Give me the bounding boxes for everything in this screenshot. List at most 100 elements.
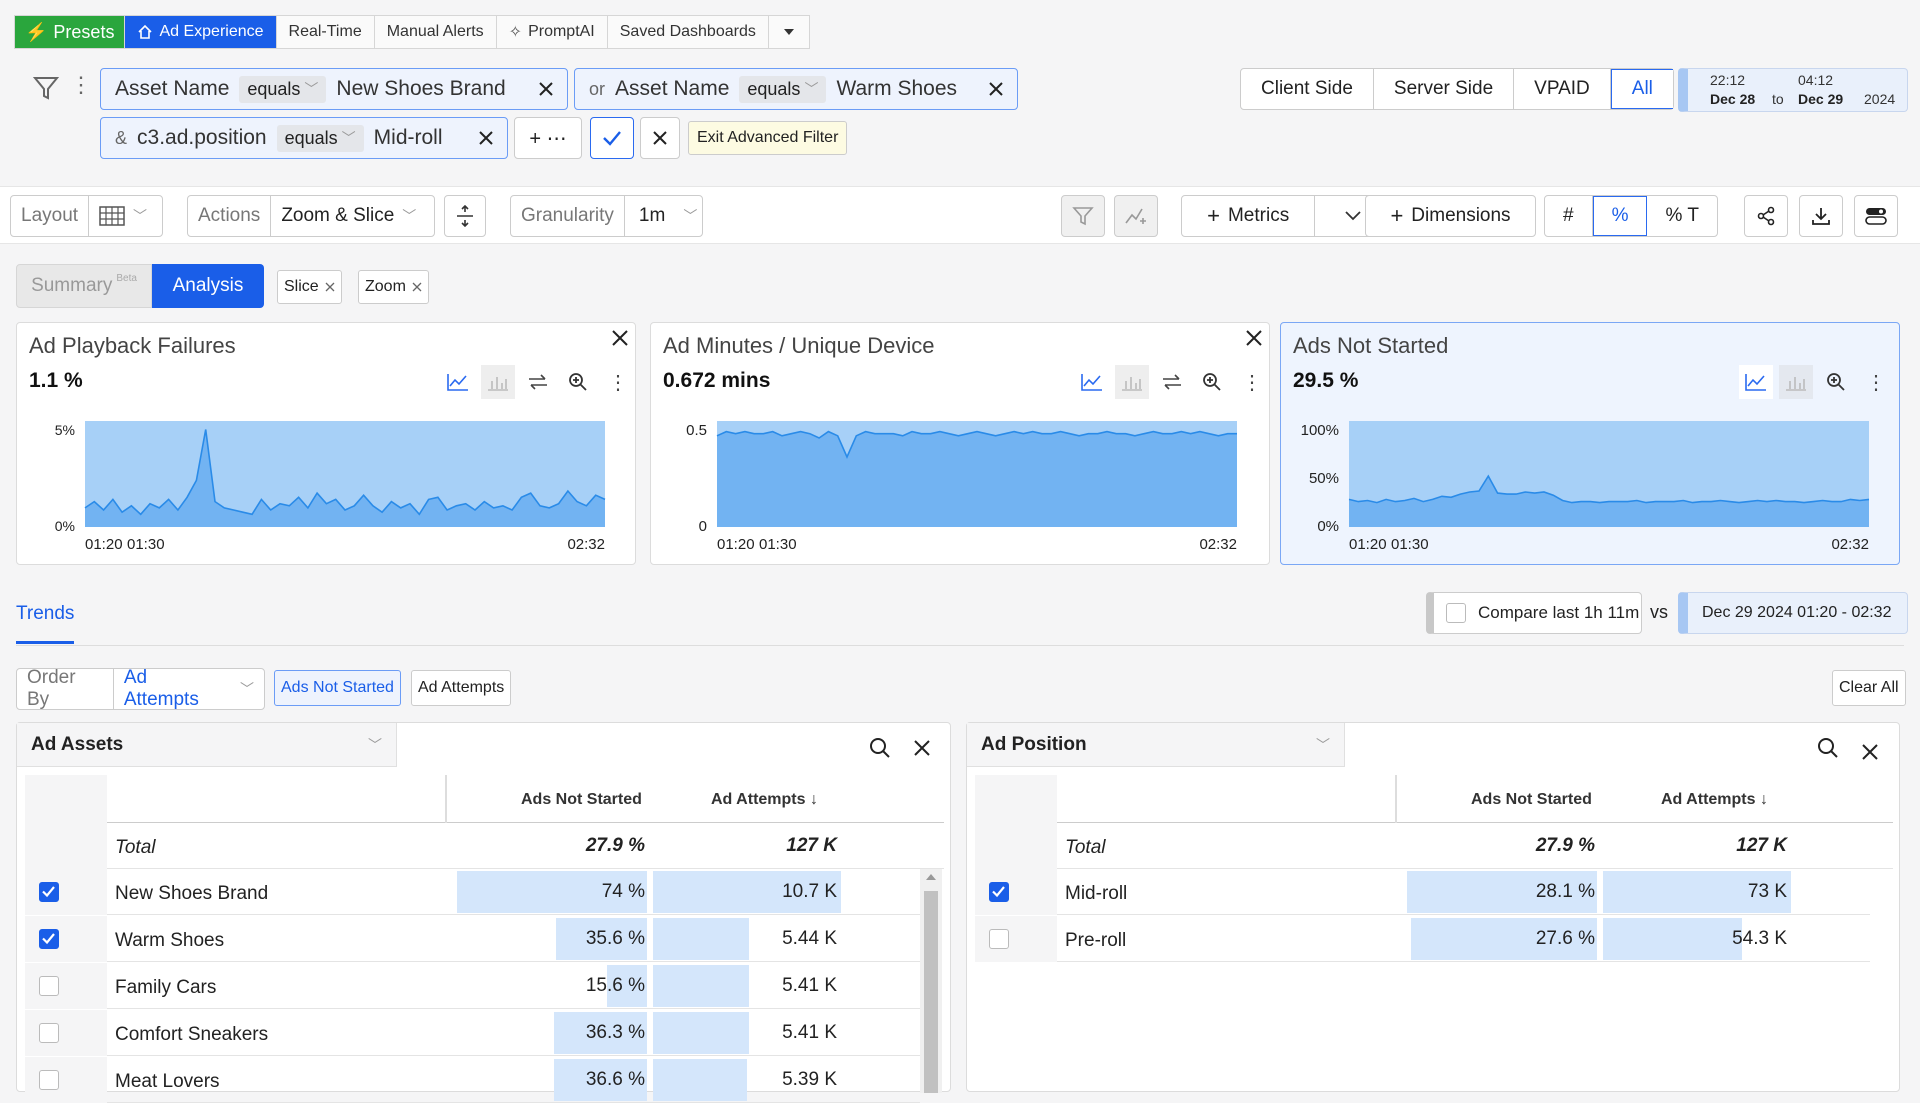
dimensions-button[interactable]: + Dimensions <box>1365 195 1536 237</box>
scrollbar[interactable] <box>920 869 942 1093</box>
metrics-button[interactable]: + Metrics <box>1181 195 1392 237</box>
filter-operator[interactable]: equals ﹀ <box>739 75 827 103</box>
swap-icon[interactable] <box>1155 365 1189 399</box>
row-checkbox[interactable] <box>39 882 59 902</box>
table-row[interactable]: Comfort Sneakers 36.3 % 5.41 K <box>25 1010 920 1056</box>
filter-icon[interactable] <box>32 74 60 102</box>
filter-chip-asset-2[interactable]: or Asset Name equals ﹀ Warm Shoes <box>574 68 1018 110</box>
tag-ads-not-started[interactable]: Ads Not Started <box>274 670 401 706</box>
table-row[interactable]: Pre-roll 27.6 % 54.3 K <box>975 916 1870 962</box>
compare-range[interactable]: Dec 29 2024 01:20 - 02:32 <box>1678 592 1908 634</box>
close-panel-button[interactable] <box>913 739 931 757</box>
close-card-button[interactable] <box>611 329 629 347</box>
row-checkbox[interactable] <box>989 882 1009 902</box>
scrollbar-thumb[interactable] <box>924 891 938 1093</box>
add-filter-button[interactable]: + ⋯ <box>514 117 582 159</box>
presets-button[interactable]: ⚡ Presets <box>15 16 126 48</box>
table-row[interactable]: Family Cars 15.6 % 5.41 K <box>25 963 920 1009</box>
mode-count[interactable]: # <box>1545 196 1593 236</box>
row-checkbox[interactable] <box>39 929 59 949</box>
compare-toggle[interactable]: Compare last 1h 11m <box>1426 592 1642 634</box>
mode-percent[interactable]: % <box>1592 196 1648 236</box>
table-row[interactable]: New Shoes Brand 74 % 10.7 K <box>25 869 920 915</box>
more-vertical-icon[interactable]: ⋮ <box>601 365 635 399</box>
filter-chart-button[interactable] <box>1061 195 1105 237</box>
toggle-server-side[interactable]: Server Side <box>1374 69 1515 109</box>
download-button[interactable] <box>1799 195 1843 237</box>
filter-chip-position[interactable]: & c3.ad.position equals ﹀ Mid-roll <box>100 117 508 159</box>
more-vertical-icon[interactable]: ⋮ <box>1235 365 1269 399</box>
settings-toggle-button[interactable] <box>1854 195 1898 237</box>
metric-card-ad-minutes[interactable]: Ad Minutes / Unique Device 0.672 mins ⋮ … <box>650 322 1270 565</box>
zoom-icon[interactable] <box>1819 365 1853 399</box>
order-by-selector[interactable]: Order By Ad Attempts ﹀ <box>16 667 265 710</box>
row-checkbox[interactable] <box>989 929 1009 949</box>
anomaly-button[interactable] <box>1114 195 1158 237</box>
share-button[interactable] <box>1744 195 1788 237</box>
header-ads-not-started[interactable]: Ads Not Started <box>1471 791 1592 809</box>
close-card-button[interactable] <box>1245 329 1263 347</box>
filter-chip-asset-1[interactable]: Asset Name equals ﹀ New Shoes Brand <box>100 68 568 110</box>
toggle-vpaid[interactable]: VPAID <box>1514 69 1611 109</box>
bar-chart-icon[interactable] <box>481 365 515 399</box>
nav-real-time[interactable]: Real-Time <box>277 16 375 48</box>
zoom-icon[interactable] <box>561 365 595 399</box>
close-icon[interactable] <box>412 282 422 292</box>
line-chart-icon[interactable] <box>1075 365 1109 399</box>
panel-ad-position-header[interactable]: Ad Position ﹀ <box>967 723 1345 767</box>
tab-trends[interactable]: Trends <box>16 603 74 644</box>
cancel-filter-button[interactable] <box>640 117 680 159</box>
scroll-up-icon[interactable] <box>920 869 942 885</box>
nav-saved-dashboards[interactable]: Saved Dashboards <box>608 16 769 48</box>
table-row[interactable]: Mid-roll 28.1 % 73 K <box>975 869 1870 915</box>
slice-tag[interactable]: Slice <box>277 270 342 304</box>
metric-card-ad-playback-failures[interactable]: Ad Playback Failures 1.1 % ⋮ 5% 0% 01:20… <box>16 322 636 565</box>
nav-more-dropdown[interactable] <box>769 16 809 48</box>
nav-promptai[interactable]: ✧ PromptAI <box>497 16 608 48</box>
header-ad-attempts[interactable]: Ad Attempts ↓ <box>1661 791 1768 809</box>
filter-operator[interactable]: equals ﹀ <box>276 124 364 152</box>
actions-selector[interactable]: Actions Zoom & Slice ﹀ <box>187 195 435 237</box>
mode-percent-total[interactable]: % T <box>1647 196 1716 236</box>
compare-checkbox[interactable] <box>1446 603 1466 623</box>
clear-all-button[interactable]: Clear All <box>1832 670 1906 706</box>
tab-analysis[interactable]: Analysis <box>152 264 264 308</box>
bar-chart-icon[interactable] <box>1779 365 1813 399</box>
filter-menu-icon[interactable]: ⋮ <box>70 74 92 96</box>
filter-operator[interactable]: equals ﹀ <box>239 75 327 103</box>
header-ads-not-started[interactable]: Ads Not Started <box>521 791 642 809</box>
granularity-selector[interactable]: Granularity 1m ﹀ <box>510 195 703 237</box>
swap-icon[interactable] <box>521 365 555 399</box>
zoom-icon[interactable] <box>1195 365 1229 399</box>
more-vertical-icon[interactable]: ⋮ <box>1859 365 1893 399</box>
tab-summary[interactable]: Summary Beta <box>16 264 152 308</box>
metric-card-ads-not-started[interactable]: Ads Not Started 29.5 % ⋮ 100% 50% 0% 01:… <box>1280 322 1900 565</box>
toggle-client-side[interactable]: Client Side <box>1241 69 1374 109</box>
row-checkbox[interactable] <box>39 1070 59 1090</box>
search-icon[interactable] <box>1817 737 1839 759</box>
split-button[interactable] <box>444 195 486 237</box>
tag-ad-attempts[interactable]: Ad Attempts <box>411 670 512 706</box>
toggle-all[interactable]: All <box>1610 69 1673 109</box>
bar-chart-icon[interactable] <box>1115 365 1149 399</box>
row-checkbox[interactable] <box>39 976 59 996</box>
search-icon[interactable] <box>869 737 891 759</box>
remove-filter-button[interactable] <box>473 125 499 151</box>
nav-manual-alerts[interactable]: Manual Alerts <box>375 16 497 48</box>
line-chart-icon[interactable] <box>441 365 475 399</box>
date-range-picker[interactable]: 22:12 Dec 28 to 04:12 Dec 29 2024 <box>1678 68 1908 112</box>
layout-selector[interactable]: Layout ﹀ <box>10 195 163 237</box>
apply-filter-button[interactable] <box>590 117 634 159</box>
panel-ad-assets-header[interactable]: Ad Assets ﹀ <box>17 723 397 767</box>
close-panel-button[interactable] <box>1861 743 1879 761</box>
close-icon[interactable] <box>325 282 335 292</box>
table-row[interactable]: Warm Shoes 35.6 % 5.44 K <box>25 916 920 962</box>
table-row[interactable]: Meat Lovers 36.6 % 5.39 K <box>25 1057 920 1103</box>
header-ad-attempts[interactable]: Ad Attempts ↓ <box>711 791 818 809</box>
row-checkbox[interactable] <box>39 1023 59 1043</box>
line-chart-icon[interactable] <box>1739 365 1773 399</box>
exit-advanced-filter-button[interactable]: Exit Advanced Filter <box>688 121 848 155</box>
remove-filter-button[interactable] <box>983 76 1009 102</box>
nav-ad-experience[interactable]: Ad Experience <box>125 16 277 48</box>
zoom-tag[interactable]: Zoom <box>358 270 429 304</box>
